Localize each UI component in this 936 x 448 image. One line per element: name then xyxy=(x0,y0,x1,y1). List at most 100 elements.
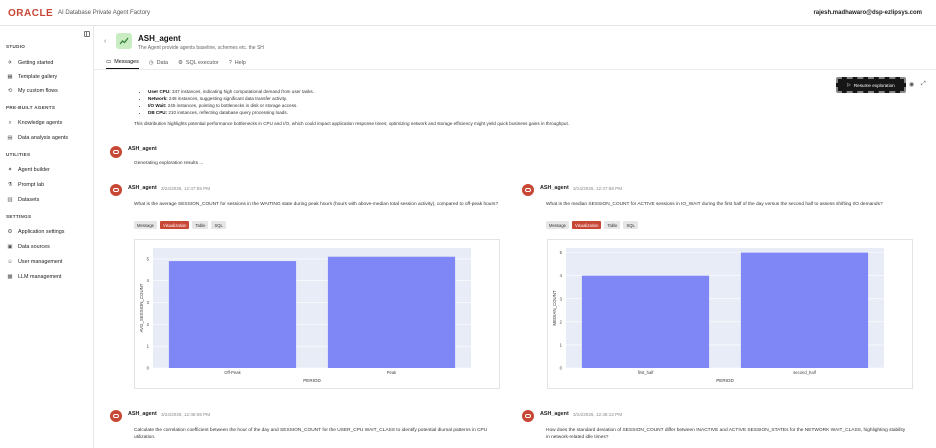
message-timestamp: 3/24/2026, 12:47:55 PM xyxy=(161,186,211,191)
sidebar-item-application-settings[interactable]: ⚙ Application settings xyxy=(6,227,88,237)
bullet-label: DB CPU: xyxy=(148,110,168,115)
status-text: Generating exploration results ... xyxy=(134,161,204,166)
agent-description: The Agent provide agents baseline, schem… xyxy=(138,45,264,51)
bullet-text: 210 instances, reflecting database query… xyxy=(167,110,288,115)
database-icon: ▥ xyxy=(7,197,13,203)
message-question: What is the average SESSION_COUNT for se… xyxy=(134,202,499,207)
expand-icon[interactable]: ⤢ xyxy=(921,81,926,88)
x-tick-label: Peak xyxy=(387,370,397,375)
bullet-label: User CPU: xyxy=(148,89,171,94)
message-timestamp: 3/24/2026, 12:47:58 PM xyxy=(573,186,623,191)
agent-avatar-icon xyxy=(110,410,122,422)
sidebar-section-title: STUDIO xyxy=(6,44,26,49)
sidebar-item-data-sources[interactable]: ▣ Data sources xyxy=(6,242,88,252)
agent-avatar-icon xyxy=(110,184,122,196)
resume-exploration-button[interactable]: ▷ Resume exploration xyxy=(836,77,906,93)
play-icon: ▷ xyxy=(847,82,851,87)
user-icon: ☺ xyxy=(7,259,13,265)
tab-messages[interactable]: ▭ Messages xyxy=(106,59,139,69)
y-tick-label: 3 xyxy=(560,296,563,301)
tab-data[interactable]: ◷ Data xyxy=(149,59,168,69)
wand-icon: ✦ xyxy=(7,167,13,173)
chip-icon: ▩ xyxy=(7,274,13,280)
tab-label: Data xyxy=(156,59,168,66)
message-author: ASH_agent xyxy=(128,411,157,417)
message-author: ASH_agent xyxy=(128,185,157,191)
sidebar-item-datasets[interactable]: ▥ Datasets xyxy=(6,195,88,205)
sidebar-item-knowledge-agents[interactable]: ⌕ Knowledge agents xyxy=(6,118,88,128)
user-menu[interactable]: rajesh.madhawaro@dsp-ezlipsys.com xyxy=(813,10,922,16)
bar[interactable] xyxy=(740,252,869,368)
sidebar-item-label: User management xyxy=(18,259,63,265)
sidebar-item-data-analysis-agents[interactable]: ▤ Data analysis agents xyxy=(6,133,88,143)
view-table-button[interactable]: Table xyxy=(192,221,209,229)
sidebar-item-label: My custom flows xyxy=(18,88,58,94)
app-title: AI Database Private Agent Factory xyxy=(58,10,151,16)
sidebar-item-llm-management[interactable]: ▩ LLM management xyxy=(6,272,88,282)
sidebar-item-my-custom-flows[interactable]: ⟲ My custom flows xyxy=(6,86,88,96)
tab-label: Help xyxy=(234,59,246,66)
sidebar-item-label: Datasets xyxy=(18,197,40,203)
sidebar-collapse-icon[interactable] xyxy=(84,31,90,37)
message-author: ASH_agent xyxy=(128,146,157,152)
sidebar-item-label: Template gallery xyxy=(18,74,58,80)
rocket-icon: ✈ xyxy=(7,60,13,66)
bullet-label: Network: xyxy=(148,96,168,101)
insight-bullet: I/O Wait: 245 instances, pointing to bot… xyxy=(148,102,768,109)
chevron-left-icon[interactable]: ‹ xyxy=(104,38,106,45)
message-timestamp: 3/24/2026, 12:48:06 PM xyxy=(161,412,211,417)
flask-icon: ⚗ xyxy=(7,182,13,188)
agent-name: ASH_agent xyxy=(138,34,181,43)
x-axis-label: PERIOD xyxy=(303,378,321,383)
sidebar-item-template-gallery[interactable]: ▦ Template gallery xyxy=(6,72,88,82)
settings-icon: ⚙ xyxy=(177,59,183,66)
view-toggle: Message Visualization Table SQL xyxy=(546,221,638,229)
y-tick-label: 0 xyxy=(147,366,150,371)
sidebar-item-label: Knowledge agents xyxy=(18,120,63,126)
x-axis-label: PERIOD xyxy=(716,378,734,383)
agent-chart-icon xyxy=(116,33,132,49)
agent-header: ‹ ASH_agent The Agent provide agents bas… xyxy=(94,26,936,70)
bar-chart: 0 1 2 3 4 5 Off-Peak Peak PERIOD AVG_SESSION_COUN… xyxy=(139,248,471,383)
x-tick-label: first_half xyxy=(638,370,655,375)
tab-label: Messages xyxy=(114,59,139,65)
view-sql-button[interactable]: SQL xyxy=(623,221,638,229)
y-tick-label: 5 xyxy=(560,250,563,255)
sidebar-section-title: UTILITIES xyxy=(6,152,31,157)
y-tick-label: 0 xyxy=(560,366,563,371)
sidebar-section-title: PRE-BUILT AGENTS xyxy=(6,105,56,110)
tab-sql-executor[interactable]: ⚙ SQL executor xyxy=(178,59,219,69)
view-visualization-button[interactable]: Visualization xyxy=(160,221,190,229)
y-axis-label: MEDIAN_COUNT xyxy=(552,290,557,325)
view-visualization-button[interactable]: Visualization xyxy=(572,221,602,229)
oracle-logo[interactable]: ORACLE xyxy=(8,8,53,19)
view-message-button[interactable]: Message xyxy=(546,221,569,229)
sidebar-item-label: Application settings xyxy=(18,229,65,235)
insight-bullet: Network: 248 instances, suggesting signi… xyxy=(148,95,768,102)
bar[interactable] xyxy=(327,256,456,368)
resume-exploration-label: Resume exploration xyxy=(853,82,895,88)
view-table-button[interactable]: Table xyxy=(604,221,621,229)
insight-bullet: User CPU: 347 instances, indicating high… xyxy=(148,88,768,95)
sidebar-item-getting-started[interactable]: ✈ Getting started xyxy=(6,58,88,68)
sidebar-item-user-management[interactable]: ☺ User management xyxy=(6,257,88,267)
bar-chart: 0 1 2 3 4 5 first_half second_half PERIOD MEDIAN_… xyxy=(552,248,884,383)
y-tick-label: 1 xyxy=(560,342,563,347)
view-message-button[interactable]: Message xyxy=(134,221,157,229)
agent-avatar-icon xyxy=(110,146,122,158)
message-timestamp: 3/24/2026, 12:48:12 PM xyxy=(573,412,623,417)
view-sql-button[interactable]: SQL xyxy=(211,221,226,229)
clock-icon: ◷ xyxy=(148,59,154,66)
eye-icon[interactable]: ◉ xyxy=(909,81,914,88)
message-author: ASH_agent xyxy=(540,185,569,191)
sidebar-item-agent-builder[interactable]: ✦ Agent builder xyxy=(6,165,88,175)
tab-help[interactable]: ? Help xyxy=(229,59,246,69)
bar[interactable] xyxy=(581,275,710,368)
sidebar-item-prompt-lab[interactable]: ⚗ Prompt lab xyxy=(6,180,88,190)
message-question: Calculate the correlation coefficient be… xyxy=(134,428,488,440)
chart-panel: 0 1 2 3 4 5 Off-Peak Peak PERIOD AVG_SESSION_COUN… xyxy=(134,239,500,389)
bar[interactable] xyxy=(168,261,297,368)
insight-summary: This distribution highlights potential p… xyxy=(134,121,570,126)
y-tick-label: 2 xyxy=(560,319,563,324)
sidebar-item-label: Prompt lab xyxy=(18,182,45,188)
